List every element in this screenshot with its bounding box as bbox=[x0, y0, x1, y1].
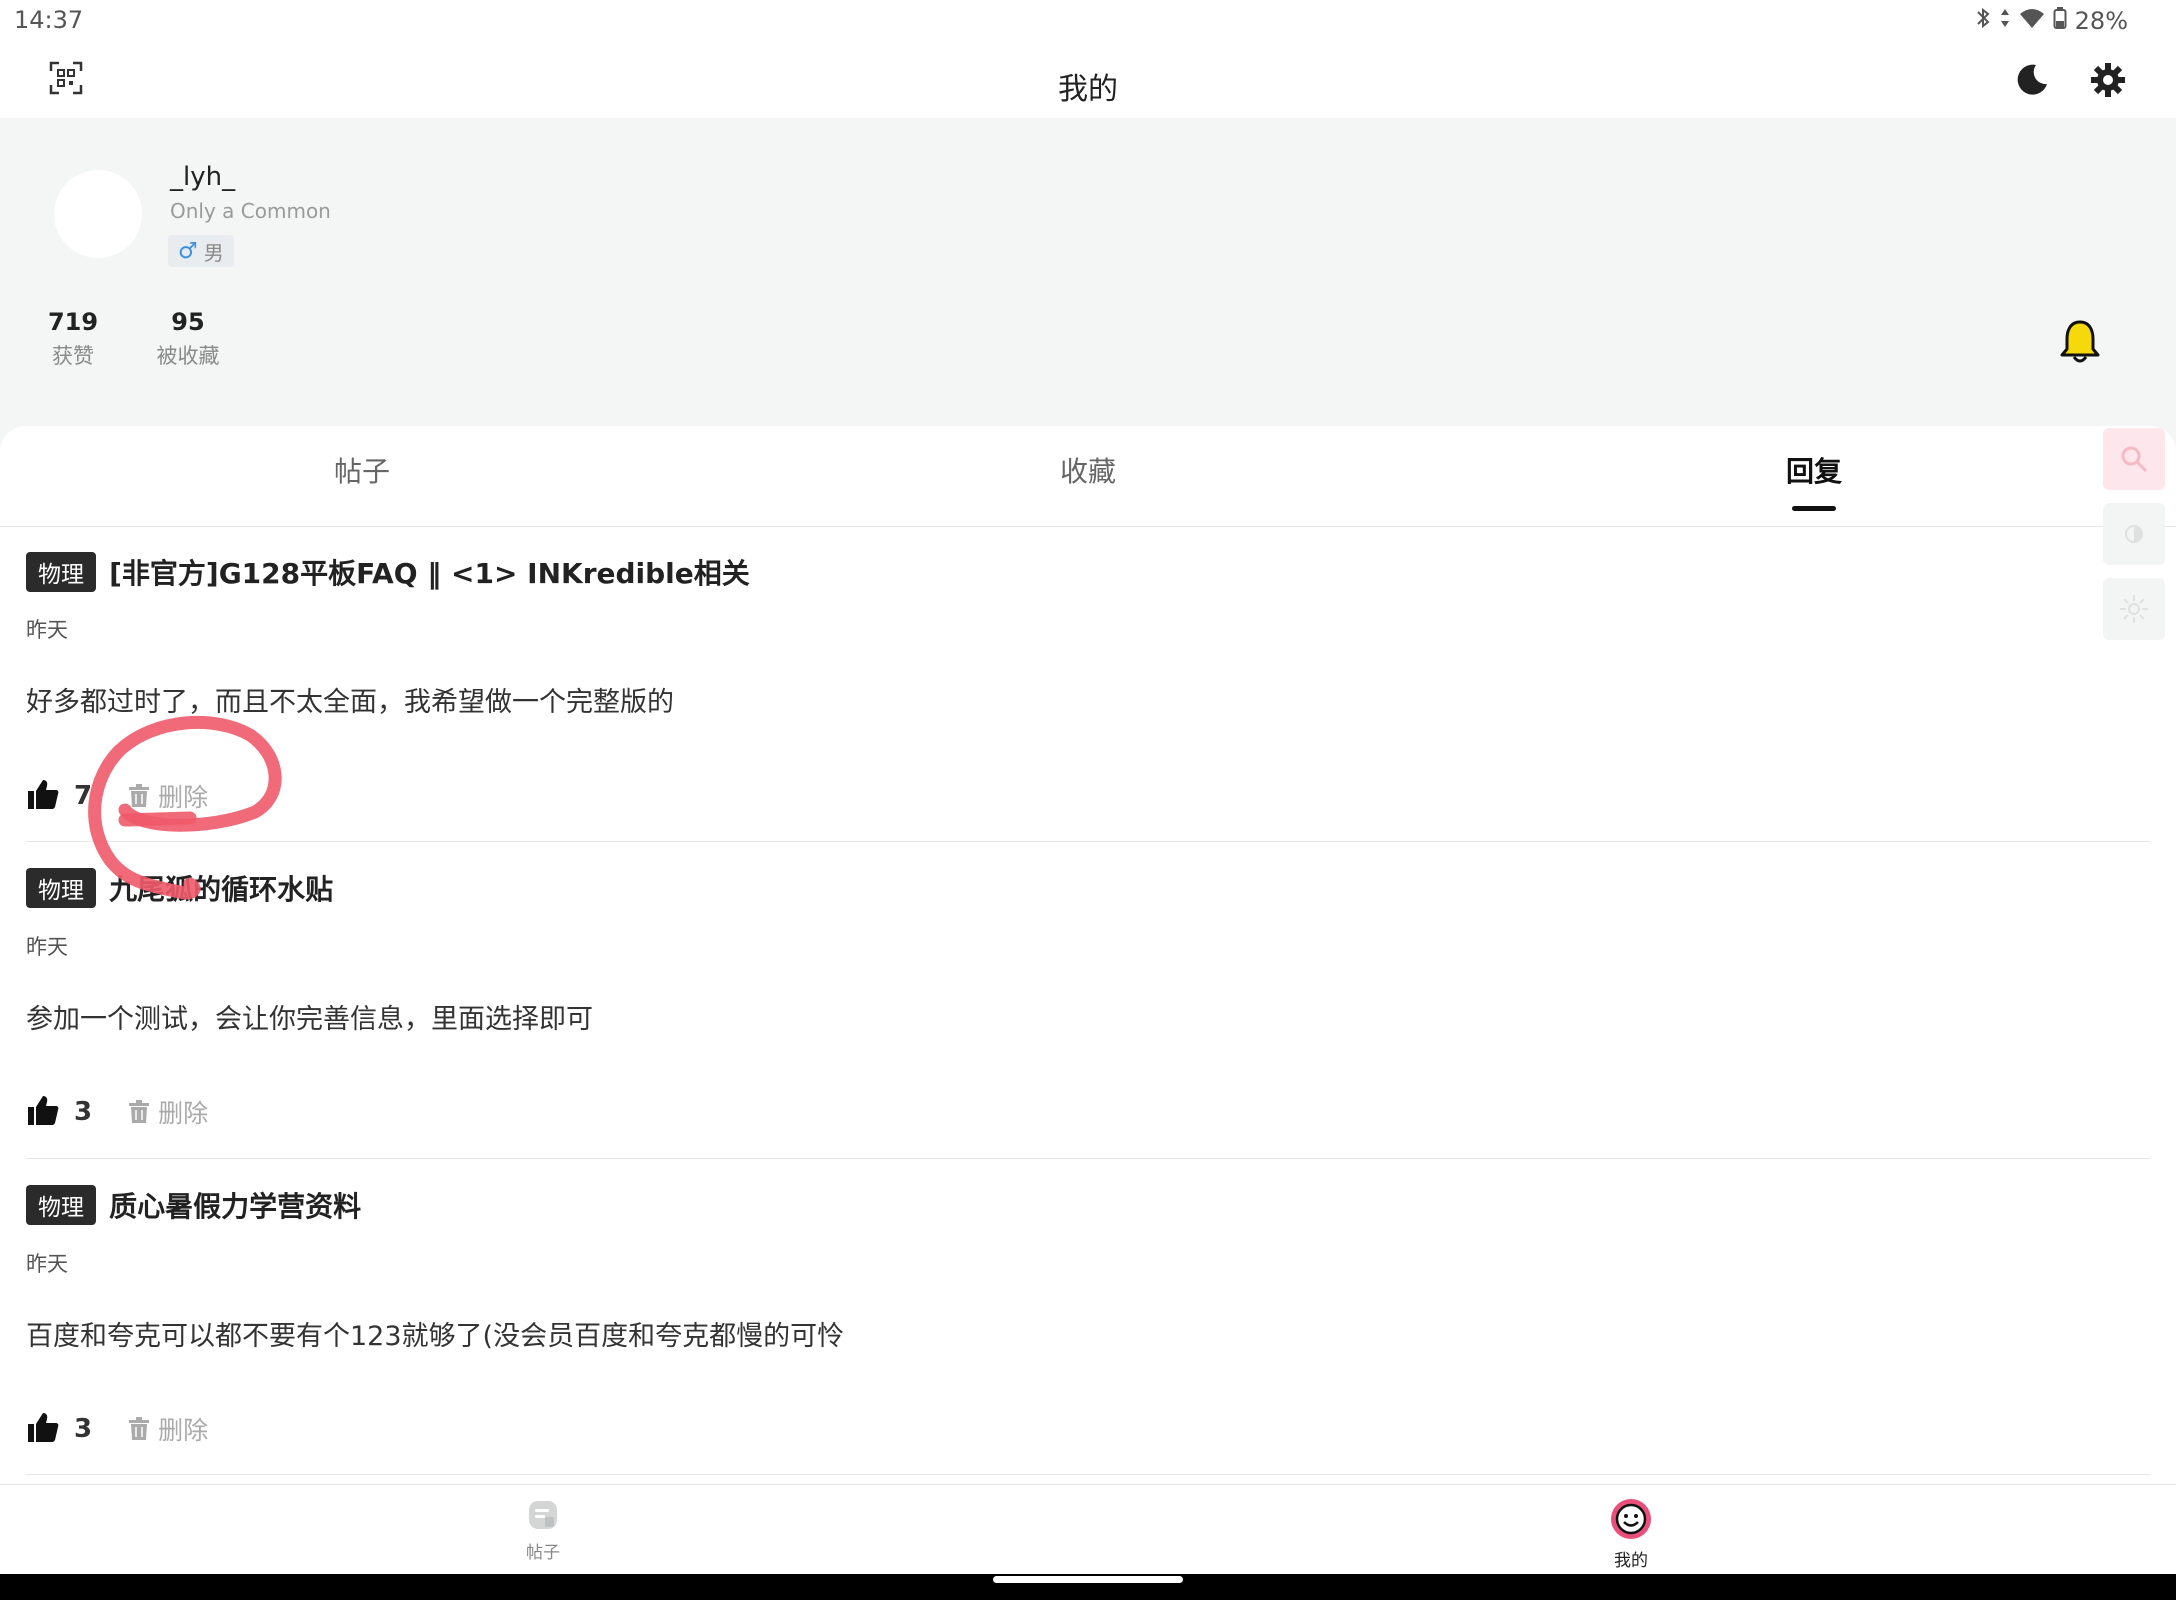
battery-level: 28% bbox=[2074, 7, 2128, 35]
like-count: 3 bbox=[74, 1414, 93, 1444]
status-time: 14:37 bbox=[14, 6, 84, 34]
username: _lyh_ bbox=[170, 162, 236, 192]
post-title[interactable]: 质心暑假力学营资料 bbox=[109, 1185, 361, 1225]
reply-actions: 7 删除 bbox=[26, 778, 2150, 814]
divider bbox=[26, 1474, 2150, 1475]
battery-icon bbox=[2053, 6, 2067, 36]
stat-favorited-label: 被收藏 bbox=[156, 344, 220, 368]
delete-button[interactable]: 删除 bbox=[128, 1411, 208, 1447]
trash-icon bbox=[129, 1100, 150, 1123]
home-gesture-handle[interactable] bbox=[993, 1576, 1183, 1583]
tab-replies[interactable]: 回复 bbox=[1786, 450, 1842, 490]
posts-icon bbox=[525, 1497, 561, 1538]
stat-favorited-value: 95 bbox=[171, 308, 205, 336]
page-title: 我的 bbox=[1058, 72, 1118, 107]
thumbs-up-icon[interactable] bbox=[26, 1411, 60, 1447]
smiley-icon bbox=[1609, 1497, 1653, 1546]
divider bbox=[26, 841, 2150, 842]
nav-posts-label: 帖子 bbox=[526, 1543, 560, 1563]
nav-mine[interactable]: 我的 bbox=[1609, 1497, 1653, 1571]
bottom-nav: 帖子 我的 bbox=[0, 1484, 2176, 1575]
post-category-tag: 物理 bbox=[26, 552, 96, 592]
stat-likes-label: 获赞 bbox=[52, 344, 94, 368]
post-category-tag: 物理 bbox=[26, 868, 96, 908]
like-count: 3 bbox=[74, 1097, 93, 1127]
reply-content: 参加一个测试，会让你完善信息，里面选择即可 bbox=[26, 1004, 593, 1035]
trash-icon bbox=[129, 784, 150, 807]
tab-favorites[interactable]: 收藏 bbox=[1060, 450, 1116, 490]
wifi-icon bbox=[2019, 7, 2045, 35]
contrast-icon bbox=[2125, 525, 2143, 543]
reply-actions: 3 删除 bbox=[26, 1094, 2150, 1130]
nav-posts[interactable]: 帖子 bbox=[525, 1497, 561, 1563]
reply-date: 昨天 bbox=[26, 1252, 68, 1276]
gender-label: 男 bbox=[203, 240, 224, 265]
delete-button[interactable]: 删除 bbox=[128, 1094, 208, 1130]
gender-tag: ♂ 男 bbox=[168, 235, 234, 267]
divider bbox=[26, 1158, 2150, 1159]
reply-actions: 3 删除 bbox=[26, 1411, 2150, 1447]
delete-label: 删除 bbox=[158, 783, 209, 812]
male-icon: ♂ bbox=[178, 238, 198, 264]
reply-content: 百度和夸克可以都不要有个123就够了(没会员百度和夸克都慢的可怜 bbox=[26, 1321, 845, 1352]
post-category-tag: 物理 bbox=[26, 1185, 96, 1225]
profile-header bbox=[0, 118, 2176, 448]
reply-item[interactable]: 物理 [非官方]G128平板FAQ ‖ <1> INKredible相关 bbox=[26, 552, 2150, 592]
delete-label: 删除 bbox=[158, 1099, 209, 1128]
nav-mine-label: 我的 bbox=[1614, 1551, 1648, 1571]
search-icon bbox=[2121, 446, 2148, 473]
user-bio: Only a Common bbox=[170, 199, 331, 223]
tab-posts[interactable]: 帖子 bbox=[334, 450, 390, 490]
active-tab-indicator bbox=[1792, 506, 1836, 511]
reply-item[interactable]: 物理 九尾狐的循环水贴 bbox=[26, 868, 2150, 908]
delete-label: 删除 bbox=[158, 1416, 209, 1445]
avatar[interactable] bbox=[54, 170, 142, 258]
thumbs-up-icon[interactable] bbox=[26, 1094, 60, 1130]
post-title[interactable]: [非官方]G128平板FAQ ‖ <1> INKredible相关 bbox=[109, 552, 750, 592]
post-title[interactable]: 九尾狐的循环水贴 bbox=[109, 868, 333, 908]
gear-icon[interactable] bbox=[2088, 60, 2128, 100]
reply-item[interactable]: 物理 质心暑假力学营资料 bbox=[26, 1185, 2150, 1225]
bluetooth-icon bbox=[1975, 6, 1991, 36]
stat-likes[interactable]: 719 获赞 bbox=[40, 308, 106, 370]
trash-icon bbox=[129, 1417, 150, 1440]
reply-date: 昨天 bbox=[26, 618, 68, 642]
dark-mode-moon-icon[interactable] bbox=[2012, 60, 2052, 100]
search-float-button[interactable] bbox=[2103, 428, 2165, 490]
delete-button[interactable]: 删除 bbox=[128, 778, 208, 814]
signal-icon bbox=[1999, 7, 2011, 35]
tab-bar: 帖子 收藏 回复 bbox=[0, 426, 2176, 527]
status-icons: 28% bbox=[1975, 6, 2128, 36]
reply-content: 好多都过时了，而且不太全面，我希望做一个完整版的 bbox=[26, 687, 674, 718]
like-count: 7 bbox=[74, 781, 93, 811]
thumbs-up-icon[interactable] bbox=[26, 778, 60, 814]
bell-icon[interactable] bbox=[2058, 318, 2102, 366]
stat-favorited[interactable]: 95 被收藏 bbox=[150, 308, 226, 370]
stat-likes-value: 719 bbox=[47, 308, 99, 336]
reply-date: 昨天 bbox=[26, 935, 68, 959]
